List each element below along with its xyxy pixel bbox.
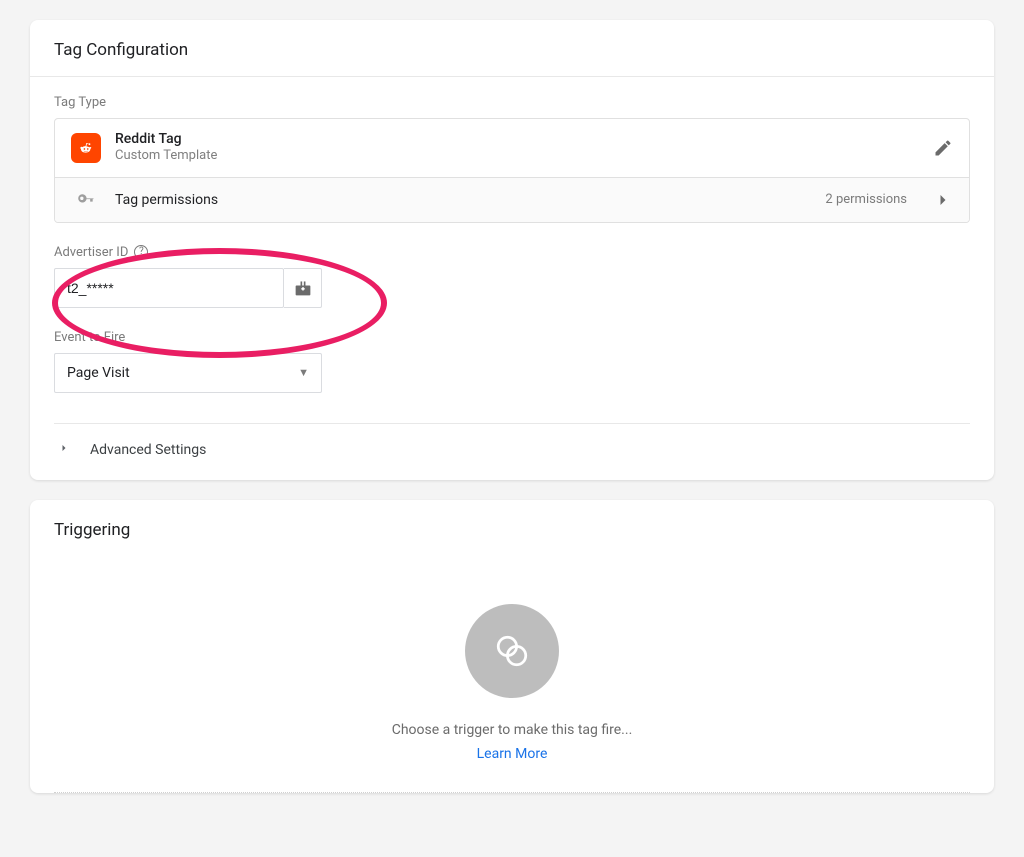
help-icon[interactable]: ?: [134, 245, 148, 259]
advertiser-id-label: Advertiser ID ?: [54, 245, 970, 260]
tag-type-row[interactable]: Reddit Tag Custom Template: [55, 119, 969, 178]
insert-variable-button[interactable]: [284, 268, 322, 308]
advertiser-id-group: Advertiser ID ?: [54, 245, 970, 308]
permissions-count: 2 permissions: [825, 192, 907, 207]
dotted-divider: [54, 792, 970, 793]
advanced-settings-label: Advanced Settings: [90, 442, 206, 458]
triggering-title: Triggering: [30, 500, 994, 556]
triggering-card: Triggering Choose a trigger to make this…: [30, 500, 994, 793]
learn-more-link[interactable]: Learn More: [54, 746, 970, 762]
tag-type-texts: Reddit Tag Custom Template: [115, 131, 217, 165]
tag-configuration-card: Tag Configuration Tag Type Reddit Tag Cu…: [30, 20, 994, 480]
tag-subtitle: Custom Template: [115, 148, 217, 165]
event-to-fire-group: Event to Fire Page Visit ▼: [54, 330, 970, 393]
event-to-fire-value: Page Visit: [67, 365, 130, 381]
key-icon: [71, 190, 101, 210]
trigger-empty-icon: [465, 604, 559, 698]
tag-type-box: Reddit Tag Custom Template Tag permissio…: [54, 118, 970, 223]
tag-config-title: Tag Configuration: [30, 20, 994, 77]
trigger-empty-text: Choose a trigger to make this tag fire..…: [54, 722, 970, 738]
tag-type-label: Tag Type: [54, 95, 970, 110]
event-to-fire-select[interactable]: Page Visit ▼: [54, 353, 322, 393]
edit-icon[interactable]: [933, 138, 953, 158]
triggering-empty-state[interactable]: Choose a trigger to make this tag fire..…: [30, 556, 994, 792]
advanced-settings-toggle[interactable]: Advanced Settings: [54, 424, 970, 480]
chevron-right-icon: [933, 190, 953, 210]
event-to-fire-label: Event to Fire: [54, 330, 970, 345]
tag-permissions-row[interactable]: Tag permissions 2 permissions: [55, 178, 969, 222]
chevron-right-icon: [58, 442, 70, 458]
advertiser-id-label-text: Advertiser ID: [54, 245, 128, 260]
advertiser-id-input[interactable]: [54, 268, 284, 308]
reddit-icon: [71, 133, 101, 163]
caret-down-icon: ▼: [298, 366, 309, 379]
tag-permissions-label: Tag permissions: [115, 192, 218, 208]
tag-name: Reddit Tag: [115, 131, 217, 148]
